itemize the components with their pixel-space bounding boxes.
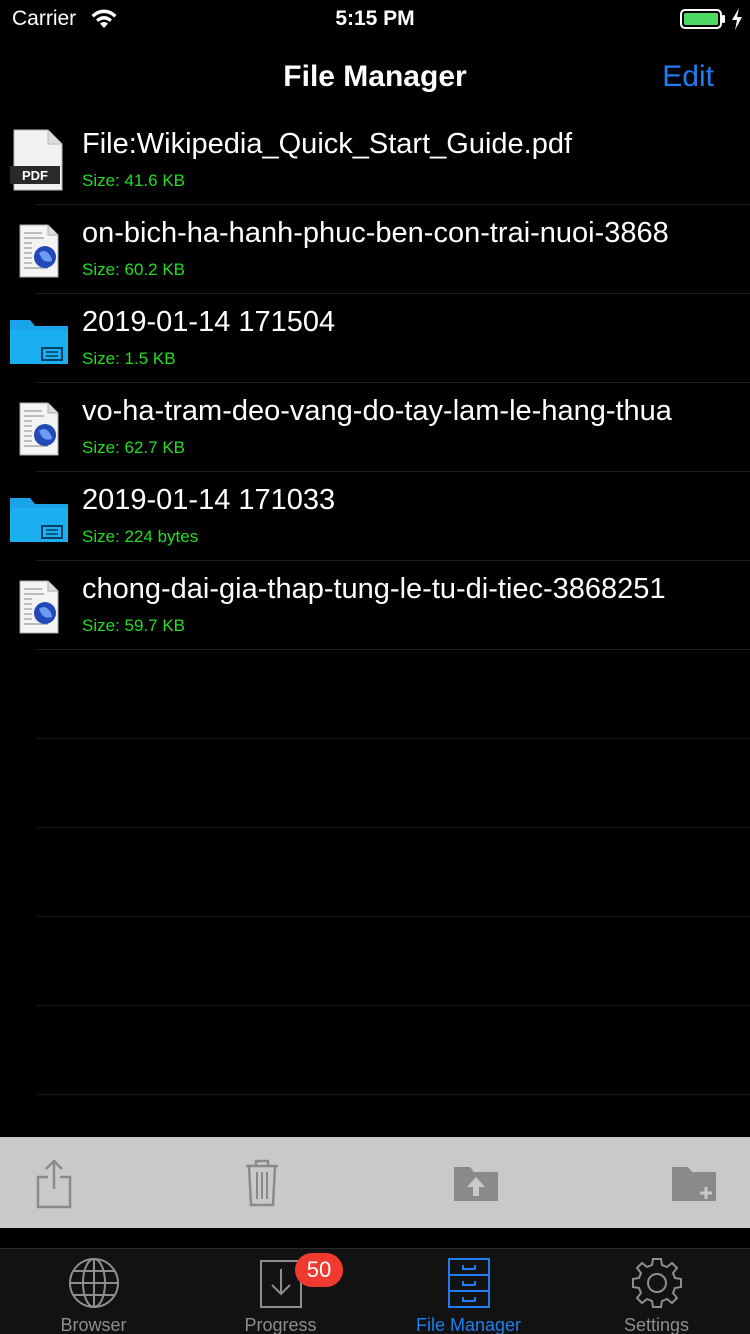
action-toolbar (0, 1137, 750, 1228)
tab-settings[interactable]: Settings (563, 1249, 750, 1334)
tab-file-manager[interactable]: File Manager (375, 1249, 562, 1334)
web-document-icon (19, 580, 59, 634)
file-size: Size: 62.7 KB (82, 438, 186, 457)
empty-row (0, 917, 750, 1006)
tab-label: Settings (623, 1315, 690, 1334)
file-row[interactable]: on-bich-ha-hanh-phuc-ben-con-trai-nuoi-3… (0, 205, 750, 294)
file-name: vo-ha-tram-deo-vang-do-tay-lam-le-hang-t… (82, 395, 672, 427)
trash-icon (246, 1159, 278, 1207)
tab-progress[interactable]: 50 Progress (187, 1249, 374, 1334)
folder-add-icon (672, 1167, 716, 1201)
file-name: on-bich-ha-hanh-phuc-ben-con-trai-nuoi-3… (82, 217, 669, 249)
file-row[interactable]: vo-ha-tram-deo-vang-do-tay-lam-le-hang-t… (0, 383, 750, 472)
folder-row[interactable]: 2019-01-14 171504 Size: 1.5 KB (0, 294, 750, 383)
clock: 5:15 PM (335, 7, 415, 30)
file-list: PDF File:Wikipedia_Quick_Start_Guide.pdf… (0, 116, 750, 1095)
edit-button[interactable]: Edit (662, 60, 714, 94)
download-count-badge: 50 (295, 1253, 343, 1287)
web-document-icon (19, 402, 59, 456)
file-size: Size: 41.6 KB (82, 171, 186, 190)
file-row[interactable]: chong-dai-gia-thap-tung-le-tu-di-tiec-38… (0, 561, 750, 650)
delete-button[interactable] (234, 1155, 290, 1211)
file-name: File:Wikipedia_Quick_Start_Guide.pdf (82, 128, 573, 160)
web-document-icon (19, 224, 59, 278)
row-divider (36, 1094, 750, 1095)
file-size: Size: 1.5 KB (82, 349, 176, 368)
empty-row (0, 650, 750, 739)
file-cabinet-icon (447, 1258, 490, 1308)
folder-icon (10, 320, 68, 364)
file-name: chong-dai-gia-thap-tung-le-tu-di-tiec-38… (82, 573, 666, 605)
pdf-badge-label: PDF (22, 168, 48, 183)
share-icon (36, 1159, 72, 1209)
file-size: Size: 224 bytes (82, 527, 199, 546)
page-title: File Manager (283, 60, 467, 93)
pdf-file-icon: PDF (10, 129, 63, 191)
file-row[interactable]: PDF File:Wikipedia_Quick_Start_Guide.pdf… (0, 116, 750, 205)
empty-row (0, 828, 750, 917)
share-button[interactable] (26, 1155, 82, 1211)
folder-name: 2019-01-14 171504 (82, 306, 336, 338)
move-to-parent-button[interactable] (448, 1155, 504, 1211)
navigation-bar: File Manager Edit (0, 40, 750, 116)
gear-icon (631, 1258, 682, 1308)
folder-upload-icon (454, 1167, 498, 1201)
file-size: Size: 59.7 KB (82, 616, 186, 635)
charging-bolt-icon (732, 8, 742, 30)
battery-icon (680, 9, 725, 29)
folder-row[interactable]: 2019-01-14 171033 Size: 224 bytes (0, 472, 750, 561)
tab-label: Progress (244, 1315, 317, 1334)
tab-label: Browser (60, 1315, 127, 1334)
new-folder-button[interactable] (666, 1155, 722, 1211)
tab-bar: Browser 50 Progress File Manager Setting… (0, 1248, 750, 1334)
globe-icon (68, 1258, 119, 1308)
tab-browser[interactable]: Browser (0, 1249, 187, 1334)
folder-icon (10, 498, 68, 542)
empty-row (0, 1006, 750, 1095)
file-size: Size: 60.2 KB (82, 260, 186, 279)
empty-row (0, 739, 750, 828)
folder-name: 2019-01-14 171033 (82, 484, 336, 516)
status-bar: Carrier 5:15 PM (0, 0, 750, 40)
tab-label: File Manager (415, 1315, 522, 1334)
